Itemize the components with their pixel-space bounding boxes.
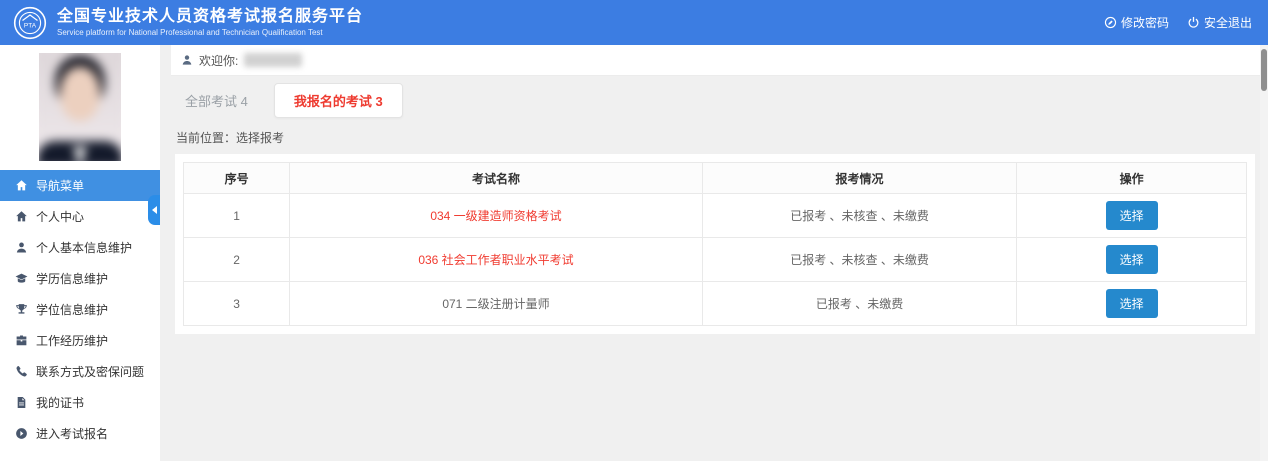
certificate-icon (14, 396, 28, 409)
phone-icon (14, 365, 28, 378)
logout-button[interactable]: 安全退出 (1187, 14, 1252, 31)
user-name-redacted (244, 53, 303, 67)
select-button[interactable]: 选择 (1105, 289, 1158, 318)
sidebar-item-label: 联系方式及密保问题 (36, 365, 145, 379)
graduation-cap-icon (14, 272, 28, 285)
sidebar-item-degree-info[interactable]: 学位信息维护 (0, 294, 160, 325)
chevron-left-icon (151, 206, 157, 214)
sidebar-item-label: 导航菜单 (36, 179, 85, 193)
exam-name-link[interactable]: 036 社会工作者职业水平考试 (289, 237, 703, 282)
sidebar-item-label: 我的证书 (36, 396, 85, 410)
exam-name: 071 二级注册计量师 (289, 281, 703, 326)
welcome-bar: 欢迎你: (171, 45, 1260, 76)
table-row: 1 034 一级建造师资格考试 已报考 、未核查 、未缴费 选择 (182, 193, 1247, 238)
app-header: PTA 全国专业技术人员资格考试报名服务平台 Service platform … (0, 0, 1268, 45)
tab-all-exams[interactable]: 全部考试 4 (185, 91, 248, 118)
arrow-circle-icon (14, 427, 28, 440)
exam-table-card: 序号 考试名称 报考情况 操作 1 034 一级建造师资格考试 已报考 、未核查… (175, 154, 1255, 334)
page-subtitle: Service platform for National Profession… (57, 28, 323, 37)
table-row: 3 071 二级注册计量师 已报考 、未缴费 选择 (182, 281, 1247, 326)
row-index: 1 (182, 193, 291, 238)
scrollbar-thumb[interactable] (1261, 49, 1267, 91)
platform-title-block: 全国专业技术人员资格考试报名服务平台 Service platform for … (57, 7, 363, 38)
table-row: 2 036 社会工作者职业水平考试 已报考 、未核查 、未缴费 选择 (182, 237, 1247, 282)
col-header-exam-name: 考试名称 (289, 162, 703, 194)
sidebar-menu: 导航菜单 个人中心 个人基本信息维护 学历信息维护 学位信息维护 工作经历维护 … (0, 170, 160, 449)
col-header-status: 报考情况 (701, 162, 1018, 194)
sidebar: 导航菜单 个人中心 个人基本信息维护 学历信息维护 学位信息维护 工作经历维护 … (0, 45, 160, 461)
sidebar-collapse-handle[interactable] (148, 195, 160, 225)
tab-my-registered-exams[interactable]: 我报名的考试 3 (273, 83, 403, 118)
main-content: 欢迎你: 全部考试 4 我报名的考试 3 当前位置：选择报考 序号 考试名称 报… (160, 45, 1268, 461)
briefcase-icon (14, 334, 28, 347)
svg-text:PTA: PTA (24, 22, 37, 29)
registration-status: 已报考 、未缴费 (701, 281, 1018, 326)
sidebar-item-education-info[interactable]: 学历信息维护 (0, 263, 160, 294)
sidebar-item-my-certificates[interactable]: 我的证书 (0, 387, 160, 418)
sidebar-item-label: 个人中心 (36, 210, 85, 224)
breadcrumb: 当前位置：选择报考 (176, 131, 285, 145)
change-password-label: 修改密码 (1120, 16, 1169, 30)
change-password-button[interactable]: 修改密码 (1104, 14, 1169, 31)
row-index: 2 (182, 237, 291, 282)
sidebar-item-label: 工作经历维护 (36, 334, 109, 348)
user-icon (14, 241, 28, 254)
col-header-action: 操作 (1016, 162, 1247, 194)
sidebar-item-basic-info[interactable]: 个人基本信息维护 (0, 232, 160, 263)
registration-status: 已报考 、未核查 、未缴费 (701, 237, 1018, 282)
sidebar-item-label: 学位信息维护 (36, 303, 109, 317)
trophy-icon (14, 303, 28, 316)
col-header-index: 序号 (182, 162, 291, 194)
platform-logo-icon: PTA (13, 6, 47, 40)
scrollbar[interactable] (1260, 45, 1268, 461)
select-button[interactable]: 选择 (1105, 245, 1158, 274)
house-icon (14, 210, 28, 223)
sidebar-item-enter-registration[interactable]: 进入考试报名 (0, 418, 160, 449)
table-header-row: 序号 考试名称 报考情况 操作 (182, 162, 1247, 194)
exam-tabs: 全部考试 4 我报名的考试 3 (185, 83, 403, 118)
sidebar-item-personal-center[interactable]: 个人中心 (0, 201, 160, 232)
edit-circle-icon (1104, 16, 1117, 29)
logout-label: 安全退出 (1203, 16, 1252, 30)
sidebar-item-label: 进入考试报名 (36, 427, 109, 441)
home-icon (14, 179, 28, 192)
exam-table: 序号 考试名称 报考情况 操作 1 034 一级建造师资格考试 已报考 、未核查… (182, 162, 1247, 326)
sidebar-item-work-experience[interactable]: 工作经历维护 (0, 325, 160, 356)
select-button[interactable]: 选择 (1105, 201, 1158, 230)
welcome-label: 欢迎你: (199, 53, 239, 68)
power-icon (1187, 16, 1200, 29)
sidebar-item-contact-security[interactable]: 联系方式及密保问题 (0, 356, 160, 387)
exam-name-link[interactable]: 034 一级建造师资格考试 (289, 193, 703, 238)
avatar (39, 53, 121, 161)
registration-status: 已报考 、未核查 、未缴费 (701, 193, 1018, 238)
row-index: 3 (182, 281, 291, 326)
page-title: 全国专业技术人员资格考试报名服务平台 (57, 8, 364, 25)
sidebar-item-label: 个人基本信息维护 (36, 241, 133, 255)
sidebar-item-nav-menu[interactable]: 导航菜单 (0, 170, 160, 201)
user-icon (181, 54, 193, 66)
sidebar-item-label: 学历信息维护 (36, 272, 109, 286)
